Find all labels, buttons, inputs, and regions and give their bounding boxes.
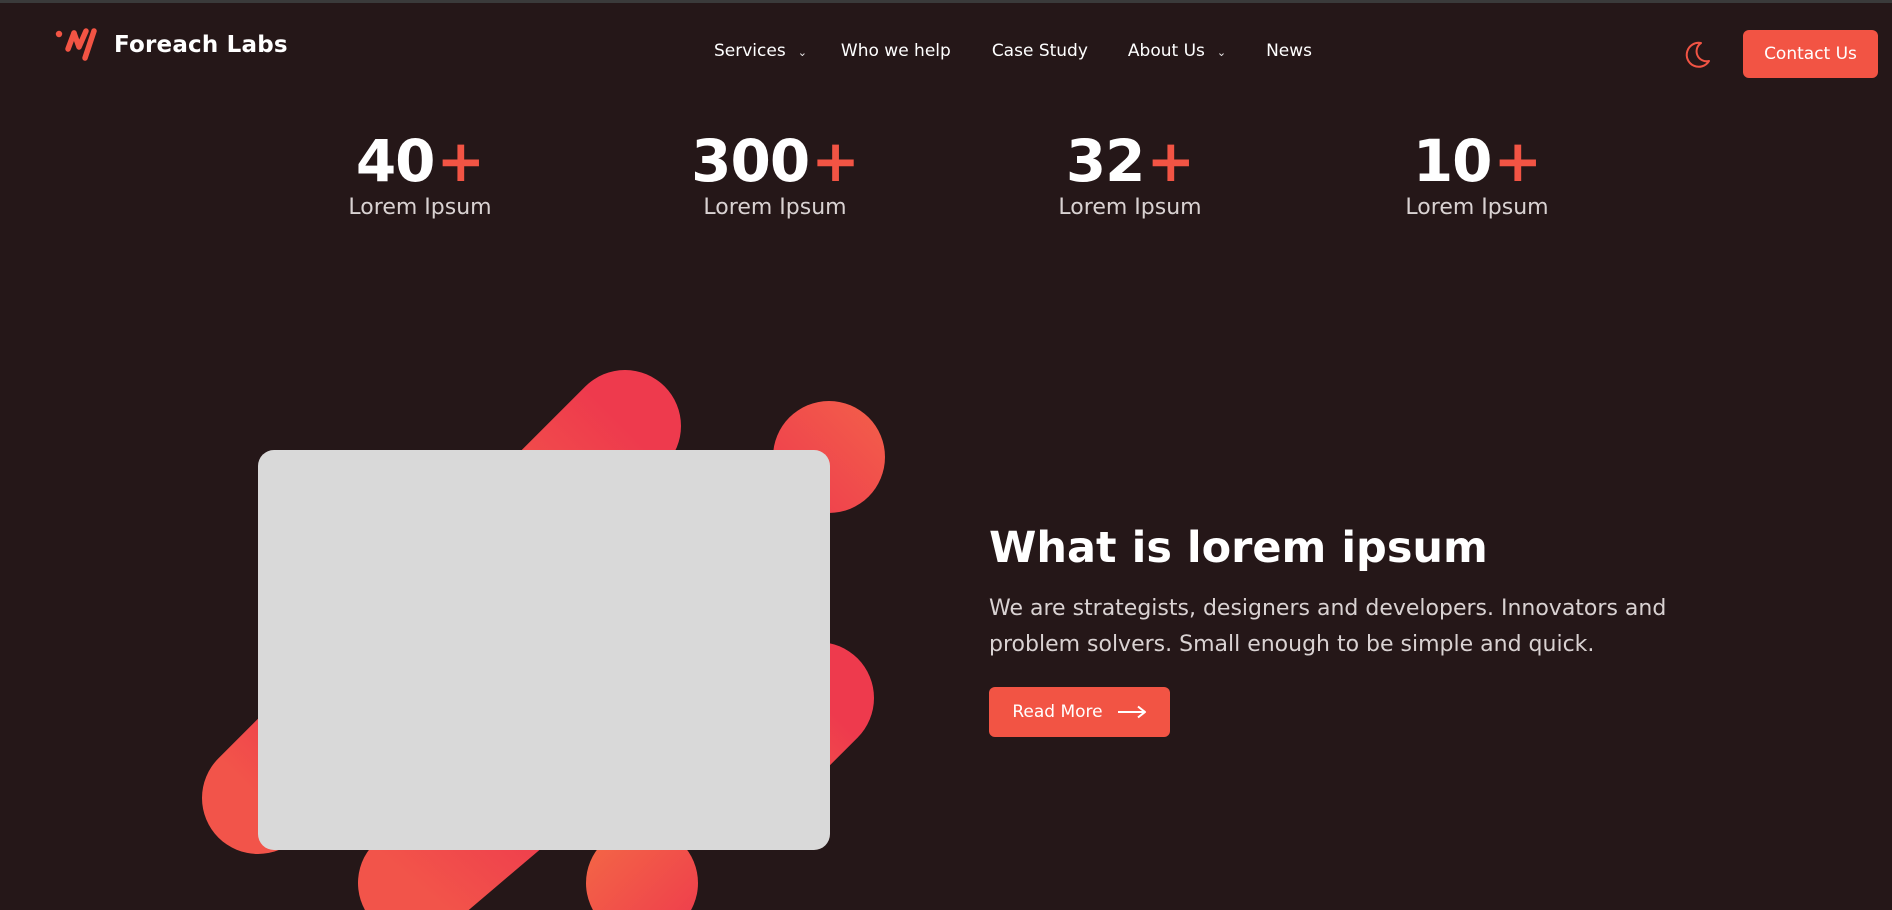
nav-item-news[interactable]: News <box>1266 41 1312 61</box>
stat-label: Lorem Ipsum <box>703 195 847 220</box>
brand-logo[interactable]: Foreach Labs <box>54 25 288 65</box>
page: Foreach Labs Services ⌄ Who we help Case… <box>0 0 1892 910</box>
nav-item-case-study[interactable]: Case Study <box>992 41 1088 61</box>
stat-value: 10+ <box>1412 127 1542 195</box>
nav-item-label: Who we help <box>840 41 951 61</box>
chevron-down-icon: ⌄ <box>1216 45 1227 59</box>
main-nav: Services ⌄ Who we help Case Study About … <box>714 41 1312 61</box>
nav-item-label: Services <box>714 41 786 61</box>
read-more-label: Read More <box>1012 702 1103 722</box>
site-header: Foreach Labs Services ⌄ Who we help Case… <box>0 3 1892 103</box>
stat-label: Lorem Ipsum <box>1058 195 1202 220</box>
stat-item: 32+ Lorem Ipsum <box>1010 131 1250 220</box>
nav-item-label: Case Study <box>991 41 1088 61</box>
stat-value: 40+ <box>355 127 485 195</box>
stat-item: 40+ Lorem Ipsum <box>300 131 540 220</box>
nav-item-who-we-help[interactable]: Who we help <box>841 41 951 61</box>
nav-item-label: About Us <box>1127 41 1205 61</box>
nav-item-services[interactable]: Services ⌄ <box>714 41 807 61</box>
hero-title: What is lorem ipsum <box>989 523 1488 573</box>
stat-item: 10+ Lorem Ipsum <box>1357 131 1597 220</box>
stat-label: Lorem Ipsum <box>348 195 492 220</box>
nav-item-about-us[interactable]: About Us ⌄ <box>1128 41 1226 61</box>
brand-name: Foreach Labs <box>114 32 288 58</box>
read-more-button[interactable]: Read More <box>989 687 1170 737</box>
arrow-right-icon <box>1117 705 1146 719</box>
stat-label: Lorem Ipsum <box>1405 195 1549 220</box>
chevron-down-icon: ⌄ <box>797 45 807 59</box>
theme-toggle-button[interactable] <box>1681 39 1713 71</box>
stat-item: 300+ Lorem Ipsum <box>655 131 895 220</box>
nav-item-label: News <box>1266 41 1313 61</box>
logo-mark-icon <box>55 28 97 61</box>
hero-image-placeholder <box>258 450 830 850</box>
contact-us-button[interactable]: Contact Us <box>1743 30 1878 78</box>
stat-value: 300+ <box>691 127 860 195</box>
stat-value: 32+ <box>1065 127 1195 195</box>
moon-icon <box>1685 41 1710 68</box>
hero-description: We are strategists, designers and develo… <box>989 596 1667 657</box>
